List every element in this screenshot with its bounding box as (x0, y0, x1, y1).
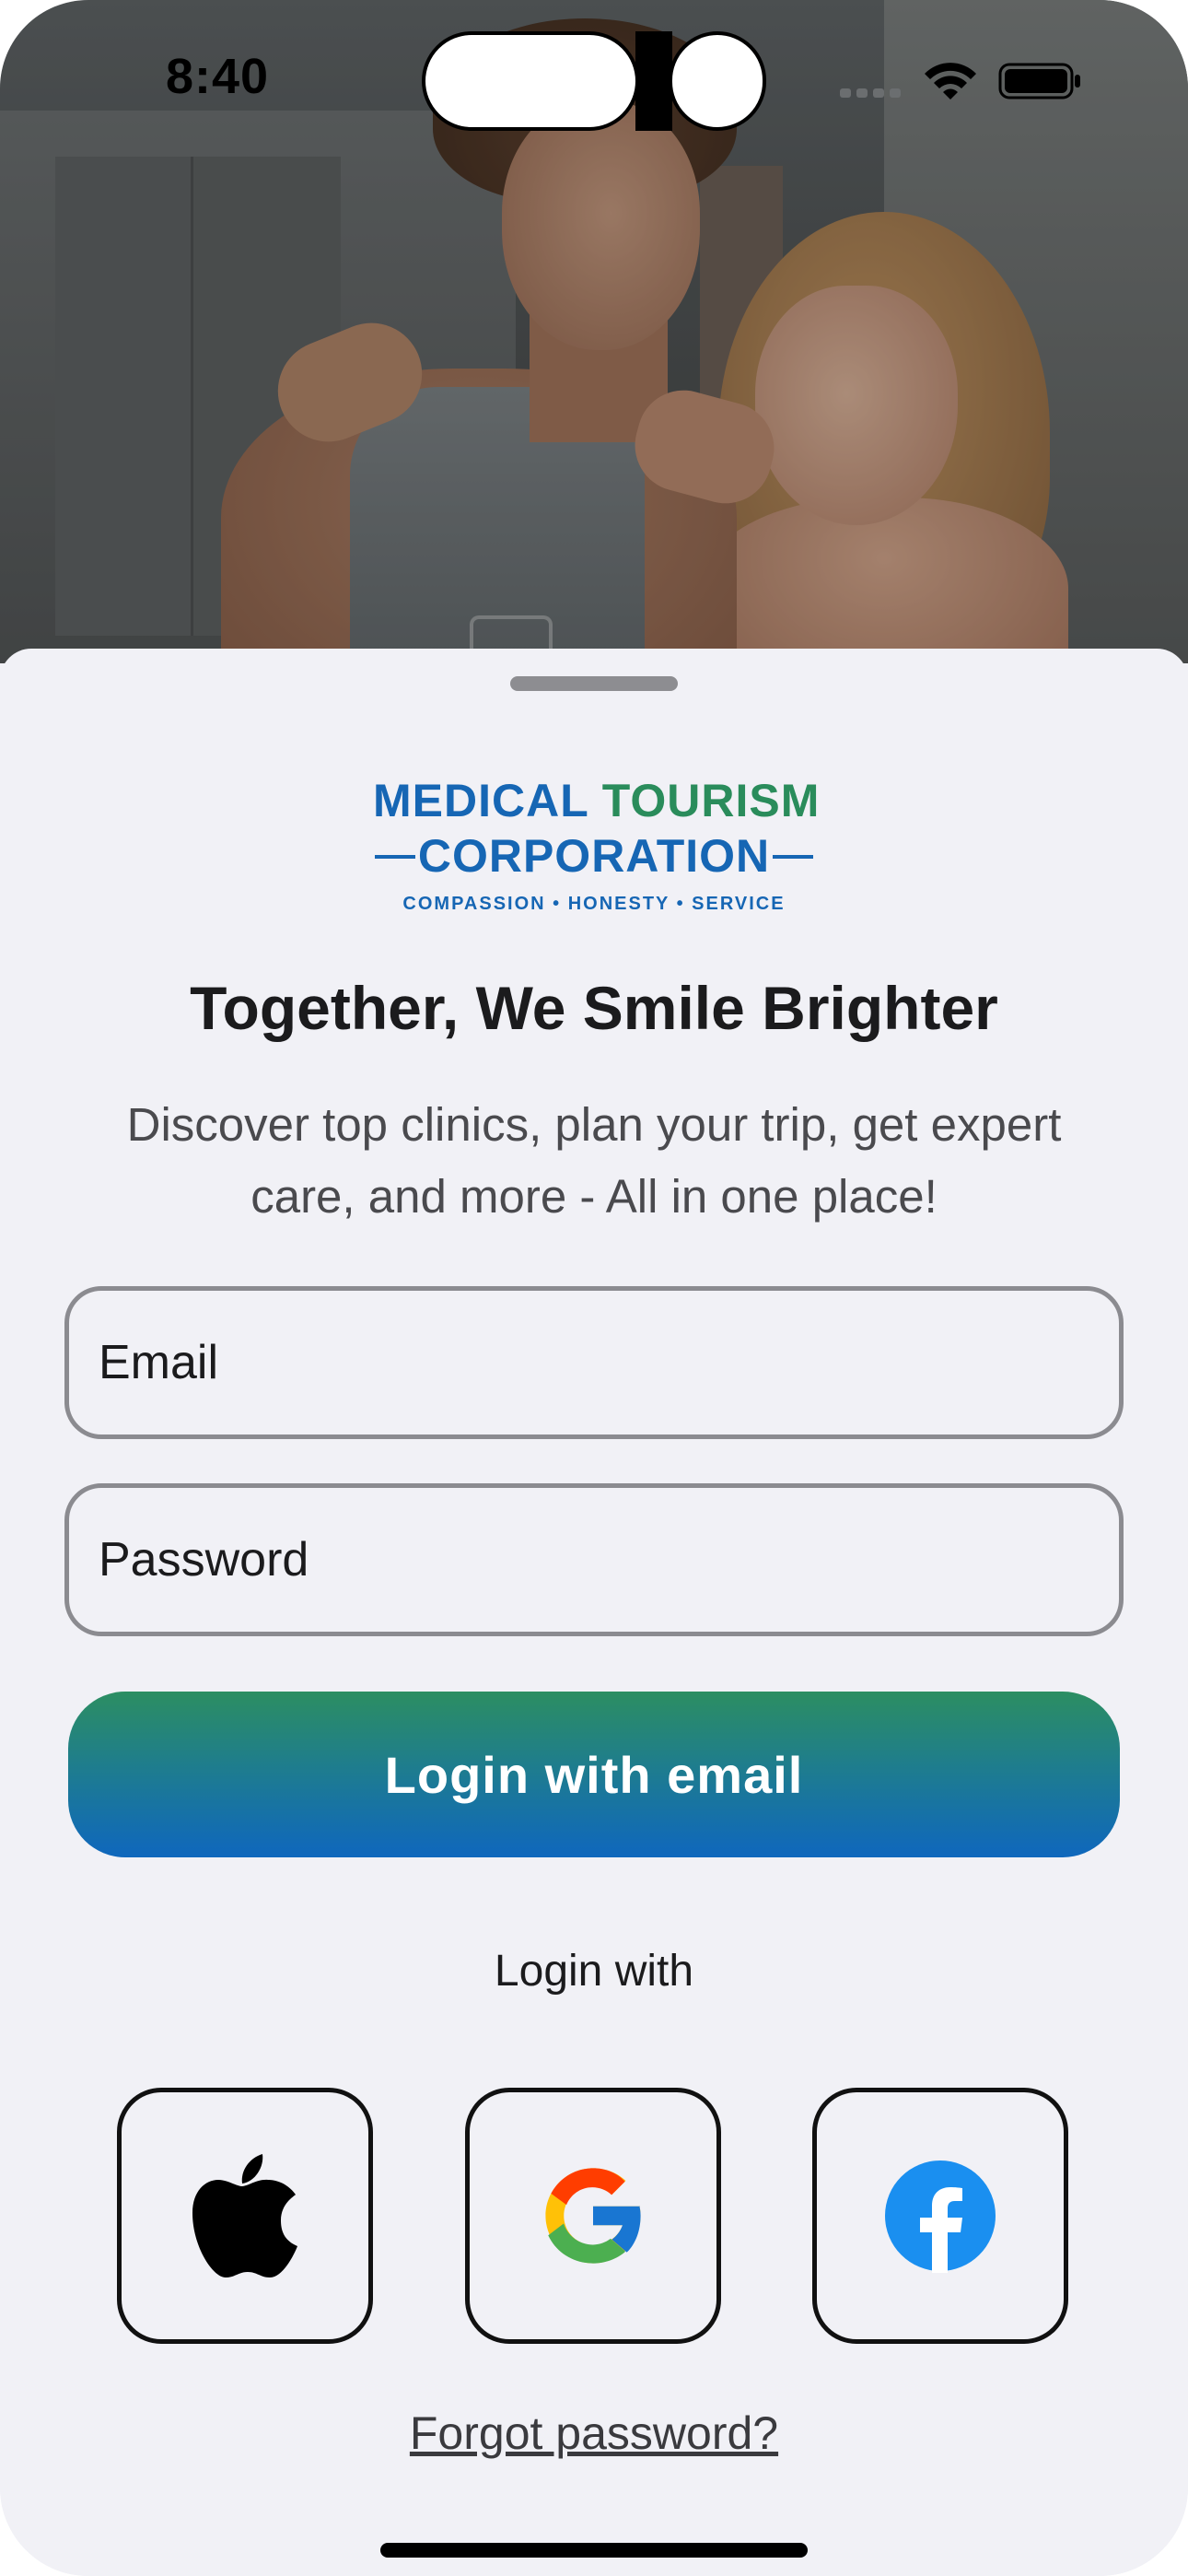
page-subtitle: Discover top clinics, plan your trip, ge… (126, 1098, 1062, 1223)
apple-icon (192, 2154, 297, 2277)
google-icon (545, 2168, 645, 2264)
dynamic-island-right (669, 31, 766, 131)
battery-icon (998, 63, 1080, 100)
status-time: 8:40 (166, 49, 270, 104)
apple-login-button[interactable] (117, 2088, 373, 2344)
logo-tagline: COMPASSION • HONESTY • SERVICE (402, 894, 786, 914)
google-login-button[interactable] (465, 2088, 721, 2344)
dynamic-island (635, 31, 672, 131)
login-screen: 8:40 MEDICAL TOURISM CORPORATION COMPASS… (0, 0, 1188, 2576)
forgot-password-link[interactable]: Forgot password? (0, 2406, 1188, 2460)
logo-word-medical: MEDICAL (373, 775, 588, 826)
logo-word-tourism: TOURISM (601, 775, 821, 826)
email-field[interactable] (64, 1286, 1124, 1439)
wifi-icon (925, 63, 976, 100)
page-title: Together, We Smile Brighter (190, 974, 998, 1042)
signal-icon (840, 88, 901, 98)
facebook-login-button[interactable] (812, 2088, 1068, 2344)
login-sheet: MEDICAL TOURISM CORPORATION COMPASSION •… (0, 649, 1188, 2576)
company-logo: MEDICAL TOURISM CORPORATION COMPASSION •… (373, 774, 819, 921)
logo-word-corporation: CORPORATION (417, 830, 771, 882)
facebook-icon (885, 2160, 996, 2273)
login-with-label: Login with (494, 1947, 694, 1996)
dynamic-island-left (422, 31, 639, 131)
password-input[interactable] (99, 1488, 1093, 1632)
sheet-grabber[interactable] (510, 676, 678, 691)
password-field[interactable] (64, 1483, 1124, 1636)
login-email-button[interactable]: Login with email (68, 1692, 1120, 1857)
home-indicator[interactable] (380, 2543, 808, 2558)
email-input[interactable] (99, 1291, 1093, 1434)
